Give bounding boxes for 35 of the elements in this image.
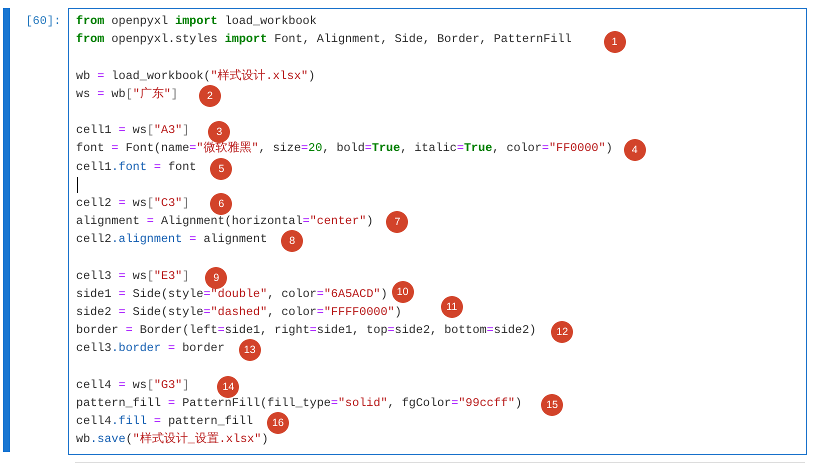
number-badge: 8: [281, 230, 304, 252]
code-line: from openpyxl import load_workbook: [76, 14, 317, 28]
number-badge: 11: [440, 296, 463, 318]
code-line: cell1.font = font: [76, 160, 196, 174]
code-editor[interactable]: [68, 8, 807, 455]
code-line: wb = load_workbook("样式设计.xlsx"): [76, 68, 316, 84]
code-line: ws = wb["广东"]: [76, 86, 178, 102]
number-badge: 14: [217, 376, 240, 398]
code-line: cell3 = ws["E3"]: [76, 268, 190, 283]
code-line: wb.save("样式设计_设置.xlsx"): [76, 431, 268, 448]
number-badge: 16: [267, 412, 290, 434]
code-line: cell4 = ws["G3"]: [76, 378, 190, 392]
number-badge: 2: [198, 84, 221, 107]
execution-count: [60]:: [24, 13, 62, 28]
code-line: cell2.alignment = alignment: [76, 232, 268, 246]
code-line: from openpyxl.styles import Font, Alignment, Side, Border, PatternFill: [76, 32, 572, 46]
code-line: cell2 = ws["C3"]: [76, 196, 190, 210]
number-badge: 4: [624, 139, 646, 162]
code-line: cell4.fill = pattern_fill: [76, 414, 254, 428]
number-badge: 5: [210, 158, 232, 180]
number-badge: 1: [604, 31, 626, 54]
number-badge: 7: [386, 211, 408, 234]
code-line: alignment = Alignment(horizontal="center"): [76, 214, 374, 228]
number-badge: 9: [205, 266, 228, 289]
code-line: cell1 = ws["A3"]: [76, 123, 190, 138]
code-line: side2 = Side(style="dashed", color="FFFF0000"): [76, 305, 402, 320]
code-line: cell3.border = border: [76, 341, 225, 356]
code-line: pattern_fill = PatternFill(fill_type="solid", fgColor="99ccff"): [76, 396, 522, 410]
number-badge: 6: [210, 192, 232, 215]
number-badge: 12: [551, 321, 574, 344]
number-badge: 15: [541, 394, 564, 416]
number-badge: 10: [392, 280, 414, 303]
code-line: border = Border(left=side1, right=side1, top=side2, bottom=side2): [76, 323, 536, 338]
code-line: side1 = Side(style="double", color="6A5ACD"): [76, 286, 388, 301]
number-badge: 13: [238, 339, 261, 362]
